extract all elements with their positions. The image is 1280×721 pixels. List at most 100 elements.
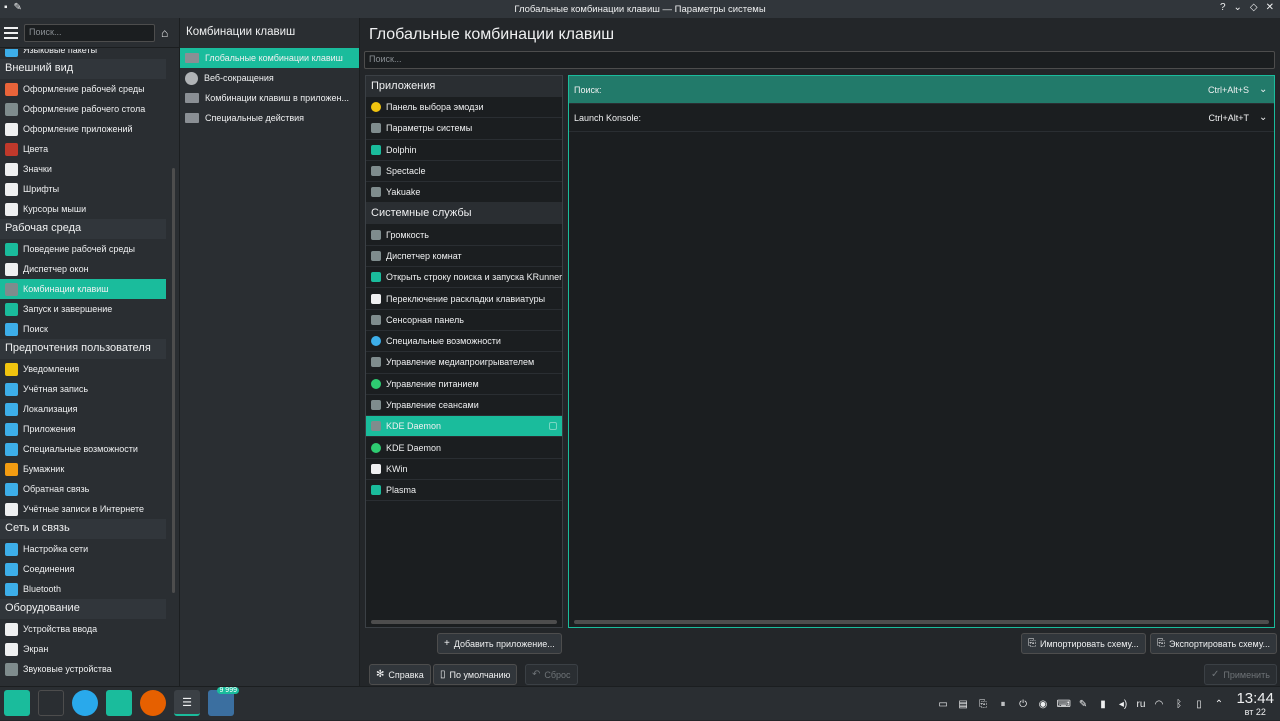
- export-scheme-button[interactable]: ⎘ Экспортировать схему...: [1150, 633, 1277, 654]
- keyboard-layout-indicator[interactable]: ru: [1137, 699, 1146, 710]
- sidebar-scrollbar[interactable]: [172, 168, 175, 593]
- minimize-icon[interactable]: ⌄: [1234, 2, 1242, 13]
- shortcut-list[interactable]: Поиск: Ctrl+Alt+S ⌄ Launch Konsole: Ctrl+Alt…: [568, 75, 1275, 628]
- subcategory-item[interactable]: Веб-сокращения: [180, 68, 359, 88]
- show-desktop-icon[interactable]: ▭: [937, 698, 950, 711]
- notes-tray-icon[interactable]: ✎: [1077, 698, 1090, 711]
- sidebar-item[interactable]: Обратная связь: [0, 479, 166, 499]
- bluetooth-tray-icon[interactable]: ᛒ: [1172, 698, 1185, 711]
- sidebar-item[interactable]: Учётные записи в Интернете: [0, 499, 166, 519]
- app-list-item[interactable]: Параметры системы: [366, 118, 562, 140]
- app-launcher-icon[interactable]: [4, 690, 30, 716]
- app-list-item[interactable]: Plasma: [366, 480, 562, 502]
- app-list-item[interactable]: KDE Daemon: [366, 437, 562, 459]
- storage-tray-icon[interactable]: ▮: [1097, 698, 1110, 711]
- remove-item-icon[interactable]: [549, 422, 557, 431]
- sidebar-item[interactable]: Локализация: [0, 399, 166, 419]
- app-list-item[interactable]: Открыть строку поиска и запуска KRunner: [366, 267, 562, 289]
- desktop-pager-icon[interactable]: [38, 690, 64, 716]
- system-settings-task-icon[interactable]: ☰: [174, 690, 200, 716]
- sidebar-item[interactable]: Приложения: [0, 419, 166, 439]
- sidebar-item[interactable]: Соединения: [0, 559, 166, 579]
- tray-expand-icon[interactable]: ⌃: [1212, 698, 1225, 711]
- chevron-down-icon[interactable]: ⌄: [1259, 112, 1269, 123]
- sidebar-list[interactable]: Языковые пакеты Внешний вид Оформление раб…: [0, 49, 166, 685]
- power-tray-icon[interactable]: ⏻: [1017, 698, 1030, 711]
- app-list-item[interactable]: Управление питанием: [366, 374, 562, 395]
- sidebar-item[interactable]: Оформление приложений: [0, 119, 166, 139]
- telegram-icon[interactable]: [72, 690, 98, 716]
- subcategory-item[interactable]: Комбинации клавиш в приложен...: [180, 88, 359, 108]
- dolphin-icon[interactable]: [106, 690, 132, 716]
- sidebar-item[interactable]: Учётная запись: [0, 379, 166, 399]
- sidebar-item[interactable]: Экран: [0, 639, 166, 659]
- application-list[interactable]: Приложения Панель выбора эмодзи Параметры …: [365, 75, 563, 628]
- sidebar-item[interactable]: Диспетчер окон: [0, 259, 166, 279]
- app-list-item[interactable]: Управление медиапроигрывателем: [366, 352, 562, 374]
- sidebar-item[interactable]: Bluetooth: [0, 579, 166, 599]
- battery-icon[interactable]: ▯: [1192, 698, 1205, 711]
- terminal-tray-icon[interactable]: ⌨: [1057, 698, 1071, 711]
- sidebar-item[interactable]: Устройства ввода: [0, 619, 166, 639]
- shortcut-row[interactable]: Поиск: Ctrl+Alt+S ⌄: [569, 76, 1274, 104]
- sidebar-item[interactable]: Настройка сети: [0, 539, 166, 559]
- shortcut-row[interactable]: Launch Konsole: Ctrl+Alt+T ⌄: [569, 104, 1274, 132]
- app-list-item[interactable]: Spectacle: [366, 161, 562, 183]
- app-list-item[interactable]: KWin: [366, 459, 562, 481]
- defaults-button[interactable]: ▯ По умолчанию: [433, 664, 518, 685]
- sidebar-item[interactable]: Бумажник: [0, 459, 166, 479]
- app-list-item[interactable]: Dolphin: [366, 140, 562, 161]
- sidebar-item[interactable]: Звуковые устройства: [0, 659, 166, 679]
- sidebar-item[interactable]: Оформление рабочей среды: [0, 79, 166, 99]
- app-list-item[interactable]: Переключение раскладки клавиатуры: [366, 288, 562, 310]
- sidebar-item[interactable]: Значки: [0, 159, 166, 179]
- sidebar-item[interactable]: Комбинации клавиш: [0, 279, 166, 299]
- help-icon[interactable]: ?: [1220, 2, 1226, 13]
- home-icon[interactable]: ⌂: [161, 26, 175, 40]
- subcategory-item[interactable]: Глобальные комбинации клавиш: [180, 48, 359, 68]
- sidebar-item[interactable]: Специальные возможности: [0, 439, 166, 459]
- application-list-scrollbar[interactable]: [371, 620, 557, 624]
- app-list-item[interactable]: Громкость: [366, 224, 562, 246]
- sidebar-item-partial[interactable]: Языковые пакеты: [0, 49, 166, 59]
- shortcut-list-scrollbar[interactable]: [574, 620, 1269, 624]
- sidebar-item[interactable]: Поиск: [0, 319, 166, 339]
- clock[interactable]: 13:44 вт 22: [1236, 691, 1274, 717]
- window-menu-icon[interactable]: ▪: [4, 2, 8, 13]
- app-list-item[interactable]: Панель выбора эмодзи: [366, 97, 562, 119]
- vpn-tray-icon[interactable]: ◉: [1037, 698, 1050, 711]
- sidebar-search-input[interactable]: Поиск...: [24, 23, 155, 42]
- import-scheme-button[interactable]: ⎘ Импортировать схему...: [1021, 633, 1146, 654]
- maximize-icon[interactable]: ◇: [1250, 2, 1258, 13]
- sidebar-item[interactable]: Шрифты: [0, 179, 166, 199]
- hamburger-menu-icon[interactable]: [4, 26, 18, 39]
- sidebar-item[interactable]: Запуск и завершение: [0, 299, 166, 319]
- sidebar-item[interactable]: Уведомления: [0, 359, 166, 379]
- app-list-item[interactable]: Управление сеансами: [366, 395, 562, 417]
- add-application-button[interactable]: + Добавить приложение...: [437, 633, 562, 654]
- sidebar-item[interactable]: Курсоры мыши: [0, 199, 166, 219]
- clipboard-tray-icon[interactable]: ⎘: [977, 698, 990, 711]
- main-search-input[interactable]: Поиск...: [364, 51, 1275, 69]
- firefox-icon[interactable]: [140, 690, 166, 716]
- telegram-task-icon[interactable]: 9 999: [208, 687, 239, 716]
- help-button[interactable]: ✻ Справка: [369, 664, 431, 685]
- subcategory-item[interactable]: Специальные действия: [180, 108, 359, 128]
- apply-button[interactable]: ✓ Применить: [1204, 664, 1277, 685]
- wifi-icon[interactable]: ◠: [1152, 698, 1165, 711]
- pin-icon[interactable]: ✎: [14, 2, 22, 13]
- sidebar-item[interactable]: Оформление рабочего стола: [0, 99, 166, 119]
- media-pause-icon[interactable]: ⏸: [997, 698, 1010, 711]
- app-list-item[interactable]: KDE Daemon: [366, 416, 562, 438]
- volume-tray-icon[interactable]: ◂): [1117, 698, 1130, 711]
- app-list-item[interactable]: Yakuake: [366, 182, 562, 204]
- sidebar-item[interactable]: Цвета: [0, 139, 166, 159]
- app-list-item[interactable]: Специальные возможности: [366, 331, 562, 353]
- sidebar-item[interactable]: Поведение рабочей среды: [0, 239, 166, 259]
- app-list-item[interactable]: Диспетчер комнат: [366, 246, 562, 268]
- dolphin-tray-icon[interactable]: ▤: [957, 698, 970, 711]
- app-list-item[interactable]: Сенсорная панель: [366, 310, 562, 331]
- close-icon[interactable]: ✕: [1266, 2, 1274, 13]
- chevron-down-icon[interactable]: ⌄: [1259, 84, 1269, 95]
- reset-button[interactable]: ↶ Сброс: [525, 664, 578, 685]
